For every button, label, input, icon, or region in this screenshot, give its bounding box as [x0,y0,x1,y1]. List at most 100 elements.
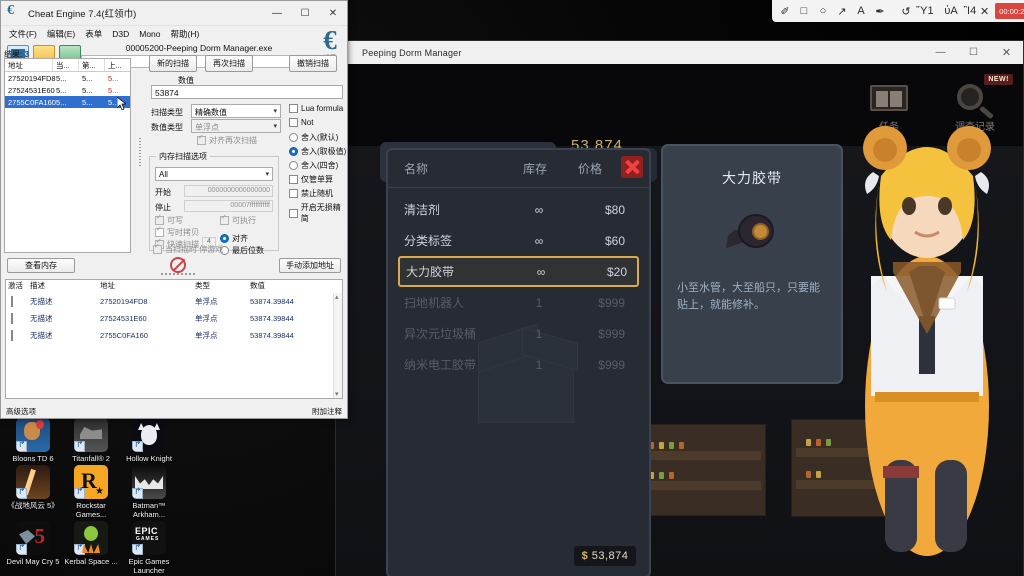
alignment-radio[interactable]: 对齐 [220,233,248,244]
cheat-table-row[interactable]: 无描述 27524531E60 单浮点 53874.39844 [6,310,342,327]
shop-item-stock: 1 [535,357,543,372]
ce-maximize-button[interactable]: ☐ [291,1,319,26]
stop-scan-icon[interactable] [170,257,186,273]
desktop-icon[interactable]: Devil May Cry 5 [4,521,62,575]
pause-while-scanning-checkbox[interactable]: 当扫描时 停游戏 [153,244,223,255]
result-current: 5... [56,73,67,83]
menu-item[interactable]: 表单 [85,28,102,40]
ce-close-button[interactable]: ✕ [319,1,347,26]
close-icon[interactable]: ✕ [980,2,989,20]
game-maximize-button[interactable]: ☐ [957,41,990,64]
pen-icon[interactable]: ✐ [776,2,794,20]
panel-divider[interactable] [135,58,145,253]
desktop-icon[interactable]: Batman™ Arkham... [120,465,178,519]
row-active-checkbox[interactable] [11,313,13,324]
table-col-address: 地址 [100,281,115,290]
ellipse-icon[interactable]: ○ [814,2,832,20]
round-extreme-radio[interactable]: 舍入(四舍) [289,160,338,171]
rectangle-icon[interactable]: □ [795,2,813,20]
shop-item-row[interactable]: 大力胶带 ∞ $20 [398,256,639,287]
value-type-select[interactable]: 单浮点 [191,119,281,133]
executable-label: 可执行 [232,216,256,225]
attach-notes-link[interactable]: 附加注释 [312,406,342,417]
scan-result-row[interactable]: 2755C0FA160 5... 5... 5... [5,96,130,108]
duct-tape-icon [724,210,780,254]
desktop-icon[interactable]: Titanfall® 2 [62,418,120,463]
scan-result-row[interactable]: 27524531E60 5... 5... 5... [5,84,130,96]
cheat-table-row[interactable]: 无描述 2755C0FA160 单浮点 53874.39844 [6,327,342,344]
column-header-stock: 库存 [523,162,548,176]
screen: Bloons TD 6 Titanfall® 2 Hollow Knight 《战地风… [0,0,1024,576]
shortcut-overlay-icon [16,542,27,555]
new-scan-button[interactable]: 新的扫描 [149,55,197,72]
unicode-scan-checkbox[interactable]: 对齐再次扫描 [197,135,257,146]
menu-item[interactable]: 文件(F) [9,28,37,40]
round-default-radio[interactable]: 舍入(默认) [289,132,338,143]
microphone-icon[interactable]: Ἲ4 [961,2,979,20]
row-active-checkbox[interactable] [11,330,13,341]
delete-icon[interactable]: Ὕ1 [916,2,934,20]
round-extreme-label: 舍入(四舍) [301,161,339,170]
scan-results-list[interactable]: 地址 当... 第... 上... 27520194FD8 5... 5... 5..… [4,58,131,253]
shop-item-list: 清洁剂 ∞ $80 分类标签 ∞ $60 大力胶带 ∞ $20 扫地机器人 1 $999 异次元垃圾桶 1… [388,188,649,380]
screen-recording-toolbar: ✐□○↗A✒ ↺Ὕ1 ὐAἺ4 ✕ 00:00:29 结束 [772,0,1024,22]
row-description: 无描述 [30,297,53,306]
memory-view-button[interactable]: 查看内存 [7,258,75,273]
recording-timer[interactable]: 00:00:29 结束 [995,3,1024,19]
shop-item-row[interactable]: 分类标签 ∞ $60 [398,225,639,256]
round-truncate-radio[interactable]: 舍入(取极值) [289,146,346,157]
euro-glyph-icon: € [323,25,337,55]
start-address-input[interactable]: 0000000000000000 [184,185,273,197]
lua-formula-checkbox[interactable]: Lua formula [289,104,343,113]
last-digits-radio[interactable]: 最后位数 [220,245,264,256]
result-address: 27524531E60 [8,85,55,95]
scan-type-select[interactable]: 精确数值 [191,104,281,118]
scan-result-row[interactable]: 27520194FD8 5... 5... 5... [5,72,130,84]
fast-scan-extra-checkbox[interactable]: 开启无损精简 [289,202,347,224]
scan-results-header: 地址 当... 第... 上... [5,59,130,72]
menu-item[interactable]: D3D [112,29,129,39]
table-hscroll[interactable] [5,396,343,404]
row-active-checkbox[interactable] [11,296,13,307]
desktop-icon[interactable]: Bloons TD 6 [4,418,62,463]
arrow-icon[interactable]: ↗ [833,2,851,20]
cheat-table-row[interactable]: 无描述 27520194FD8 单浮点 53874.39844 [6,293,342,310]
menu-item[interactable]: 编辑(E) [47,28,75,40]
memory-region-select[interactable]: All [155,167,273,181]
result-address: 27520194FD8 [8,73,56,83]
not-checkbox[interactable]: Not [289,118,313,127]
game-minimize-button[interactable]: — [924,41,957,64]
hex-only-label: 仅管单算 [301,175,333,184]
pause-game-checkbox[interactable]: 禁止随机 [289,188,333,199]
value-input[interactable]: 53874 [151,85,343,99]
ce-minimize-button[interactable]: — [263,1,291,26]
item-detail-title: 大力胶带 [722,170,782,186]
executable-checkbox[interactable]: 可执行 [220,215,256,226]
desktop-icon[interactable]: Kerbal Space ... [62,521,120,575]
text-icon[interactable]: A [852,2,870,20]
shop-item-row[interactable]: 清洁剂 ∞ $80 [398,194,639,225]
undo-icon[interactable]: ↺ [897,2,915,20]
menu-item[interactable]: 帮助(H) [171,28,200,40]
game-title-bar: Peeping Dorm Manager — ☐ ✕ [336,41,1023,64]
next-scan-button[interactable]: 再次扫描 [205,55,253,72]
desktop-icon[interactable]: Hollow Knight [120,418,178,463]
cheat-table-scrollbar[interactable] [333,293,342,398]
desktop-icon[interactable]: Rockstar Games... [62,465,120,519]
add-address-button[interactable]: 手动添加地址 [279,258,341,273]
speaker-icon[interactable]: ὐA [942,2,960,20]
advanced-options-link[interactable]: 高级选项 [6,406,36,417]
batman-arkham-icon [132,465,166,499]
close-icon[interactable] [621,156,643,178]
menu-item[interactable]: Mono [139,29,160,39]
result-previous: 5... [108,73,119,83]
round-truncate-label: 舍入(取极值) [301,147,347,156]
hex-only-checkbox[interactable]: 仅管单算 [289,174,333,185]
highlighter-icon[interactable]: ✒ [871,2,889,20]
desktop-icon[interactable]: 《战地风云 5》 [4,465,62,519]
stop-address-input[interactable]: 00007fffffffffff [184,200,273,212]
desktop-icon[interactable]: Epic Games Launcher [120,521,178,575]
game-close-button[interactable]: ✕ [990,41,1023,64]
undo-scan-button[interactable]: 撤销扫描 [289,55,337,72]
cheat-engine-window: Cheat Engine 7.4(红领巾) — ☐ ✕ 文件(F) 编辑(E) 表单… [0,0,348,419]
